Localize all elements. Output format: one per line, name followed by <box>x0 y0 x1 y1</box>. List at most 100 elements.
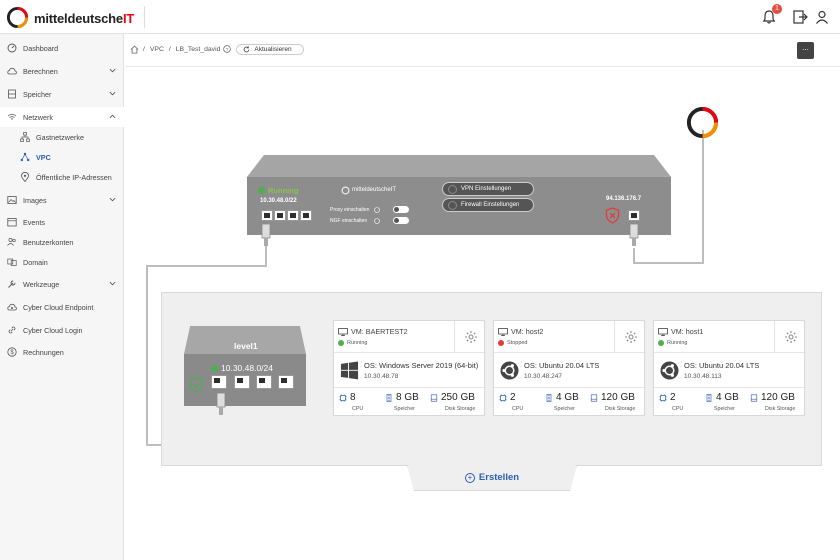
create-button[interactable]: + Erstellen <box>407 465 577 491</box>
ubuntu-icon <box>660 361 679 380</box>
firewall-icon <box>448 201 457 210</box>
vm-os: OS: Ubuntu 20.04 LTS <box>524 361 600 370</box>
status-dot <box>658 340 664 346</box>
router-port <box>261 210 273 221</box>
vm-card[interactable]: VM: BAERTEST2 Running OS: Windows Server… <box>333 320 486 417</box>
vm-disk-value: 120 GB <box>601 392 635 403</box>
vm-status-text: Stopped <box>507 340 528 346</box>
wan-ip: 94.136.176.7 <box>606 196 642 202</box>
vm-name-text: VM: BAERTEST2 <box>351 327 408 336</box>
vm-ram-value: 8 GB <box>396 392 419 403</box>
vm-specs: 8 CPU 8 GB Speicher 250 GB Disk Storage <box>334 387 486 417</box>
vm-name-text: VM: host1 <box>671 327 704 336</box>
monitor-icon <box>658 327 668 336</box>
vm-name: VM: host2 <box>498 327 543 336</box>
vm-status: Stopped <box>498 340 528 346</box>
vm-os: OS: Ubuntu 20.04 LTS <box>684 361 760 370</box>
memory-icon <box>386 393 392 402</box>
router-status: Running <box>258 186 298 195</box>
cpu-label: CPU <box>352 406 364 412</box>
ngf-label: NGF einschalten <box>330 218 368 224</box>
monitor-icon <box>338 327 348 336</box>
ram-label: Speicher <box>714 406 735 412</box>
vm-status: Running <box>338 340 368 346</box>
monitor-icon <box>498 327 508 336</box>
cable-plug-icon <box>629 224 639 246</box>
vm-card[interactable]: VM: host2 Stopped OS: Ubuntu 20.04 LTS 1… <box>493 320 646 417</box>
vm-name: VM: BAERTEST2 <box>338 327 408 336</box>
vm-status-text: Running <box>347 340 368 346</box>
proxy-toggle[interactable] <box>393 206 409 213</box>
switch-port <box>278 375 294 389</box>
vm-specs: 2 CPU 4 GB Speicher 120 GB Disk Storage <box>494 387 646 417</box>
cable-plug-icon <box>261 224 271 246</box>
proxy-label: Proxy einschalten <box>330 207 370 213</box>
vm-disk: 120 GB <box>750 392 795 403</box>
disk-icon <box>750 393 758 402</box>
disk-label: Disk Storage <box>445 406 476 412</box>
vm-ip: 10.30.48.247 <box>524 373 562 380</box>
disk-icon <box>590 393 598 402</box>
status-dot <box>498 340 504 346</box>
vm-disk-value: 120 GB <box>761 392 795 403</box>
router-top-face <box>247 155 671 177</box>
gear-icon <box>625 331 637 343</box>
vm-cpu-value: 8 <box>350 392 356 403</box>
memory-icon <box>546 393 552 402</box>
vm-status: Running <box>658 340 688 346</box>
create-button-label: Erstellen <box>478 472 520 483</box>
switch-ip: 10.30.48.0/24 <box>211 363 273 373</box>
plus-icon: + <box>464 472 475 483</box>
windows-icon <box>340 361 359 380</box>
vm-settings-button[interactable] <box>614 321 646 353</box>
vm-cpu-value: 2 <box>510 392 516 403</box>
ngf-toggle[interactable] <box>393 217 409 224</box>
vm-cpu: 2 <box>499 392 516 403</box>
ram-label: Speicher <box>554 406 575 412</box>
router-port <box>274 210 286 221</box>
disk-label: Disk Storage <box>605 406 636 412</box>
vm-settings-button[interactable] <box>774 321 806 353</box>
vm-card[interactable]: VM: host1 Running OS: Ubuntu 20.04 LTS 1… <box>653 320 806 417</box>
vm-ram: 4 GB <box>705 392 739 403</box>
router-status-text: Running <box>268 186 299 195</box>
router-port <box>300 210 312 221</box>
router-brand: mitteldeutscheIT <box>352 187 397 193</box>
status-dot <box>338 340 344 346</box>
firewall-settings-button[interactable]: Firewall Einstellungen <box>442 198 534 212</box>
info-icon[interactable] <box>374 207 380 213</box>
cpu-icon <box>499 393 507 402</box>
vm-name-text: VM: host2 <box>511 327 544 336</box>
switch-ip-text: 10.30.48.0/24 <box>221 363 273 373</box>
shield-blocked-icon <box>605 207 620 224</box>
cpu-label: CPU <box>512 406 524 412</box>
gear-icon <box>465 331 477 343</box>
switch-port <box>256 375 272 389</box>
internet-cloud-logo-icon <box>686 106 719 139</box>
vpn-settings-button[interactable]: VPN Einstellungen <box>442 182 534 196</box>
vm-disk: 120 GB <box>590 392 635 403</box>
info-icon[interactable] <box>374 218 380 224</box>
router-ip: 10.30.48.0/22 <box>260 198 297 204</box>
cpu-icon <box>339 393 347 402</box>
wan-port <box>628 210 640 221</box>
vm-os: OS: Windows Server 2019 (64-bit) <box>364 361 479 370</box>
gear-icon <box>785 331 797 343</box>
vpn-button-label: VPN Einstellungen <box>461 186 512 192</box>
vm-settings-button[interactable] <box>454 321 486 353</box>
vm-ram: 8 GB <box>385 392 419 403</box>
vm-name: VM: host1 <box>658 327 703 336</box>
switch-name: level1 <box>234 341 258 351</box>
router-port <box>287 210 299 221</box>
vm-disk-value: 250 GB <box>441 392 475 403</box>
vm-ram: 4 GB <box>545 392 579 403</box>
vpn-icon <box>448 185 457 194</box>
vm-ip: 10.30.48.113 <box>684 373 722 380</box>
vm-card-header: VM: host2 Stopped <box>494 321 646 353</box>
cable-plug-icon <box>216 392 226 415</box>
vm-card-header: VM: BAERTEST2 Running <box>334 321 486 353</box>
status-dot <box>258 187 265 194</box>
vm-disk: 250 GB <box>430 392 475 403</box>
firewall-button-label: Firewall Einstellungen <box>461 202 520 208</box>
vm-specs: 2 CPU 4 GB Speicher 120 GB Disk Storage <box>654 387 806 417</box>
